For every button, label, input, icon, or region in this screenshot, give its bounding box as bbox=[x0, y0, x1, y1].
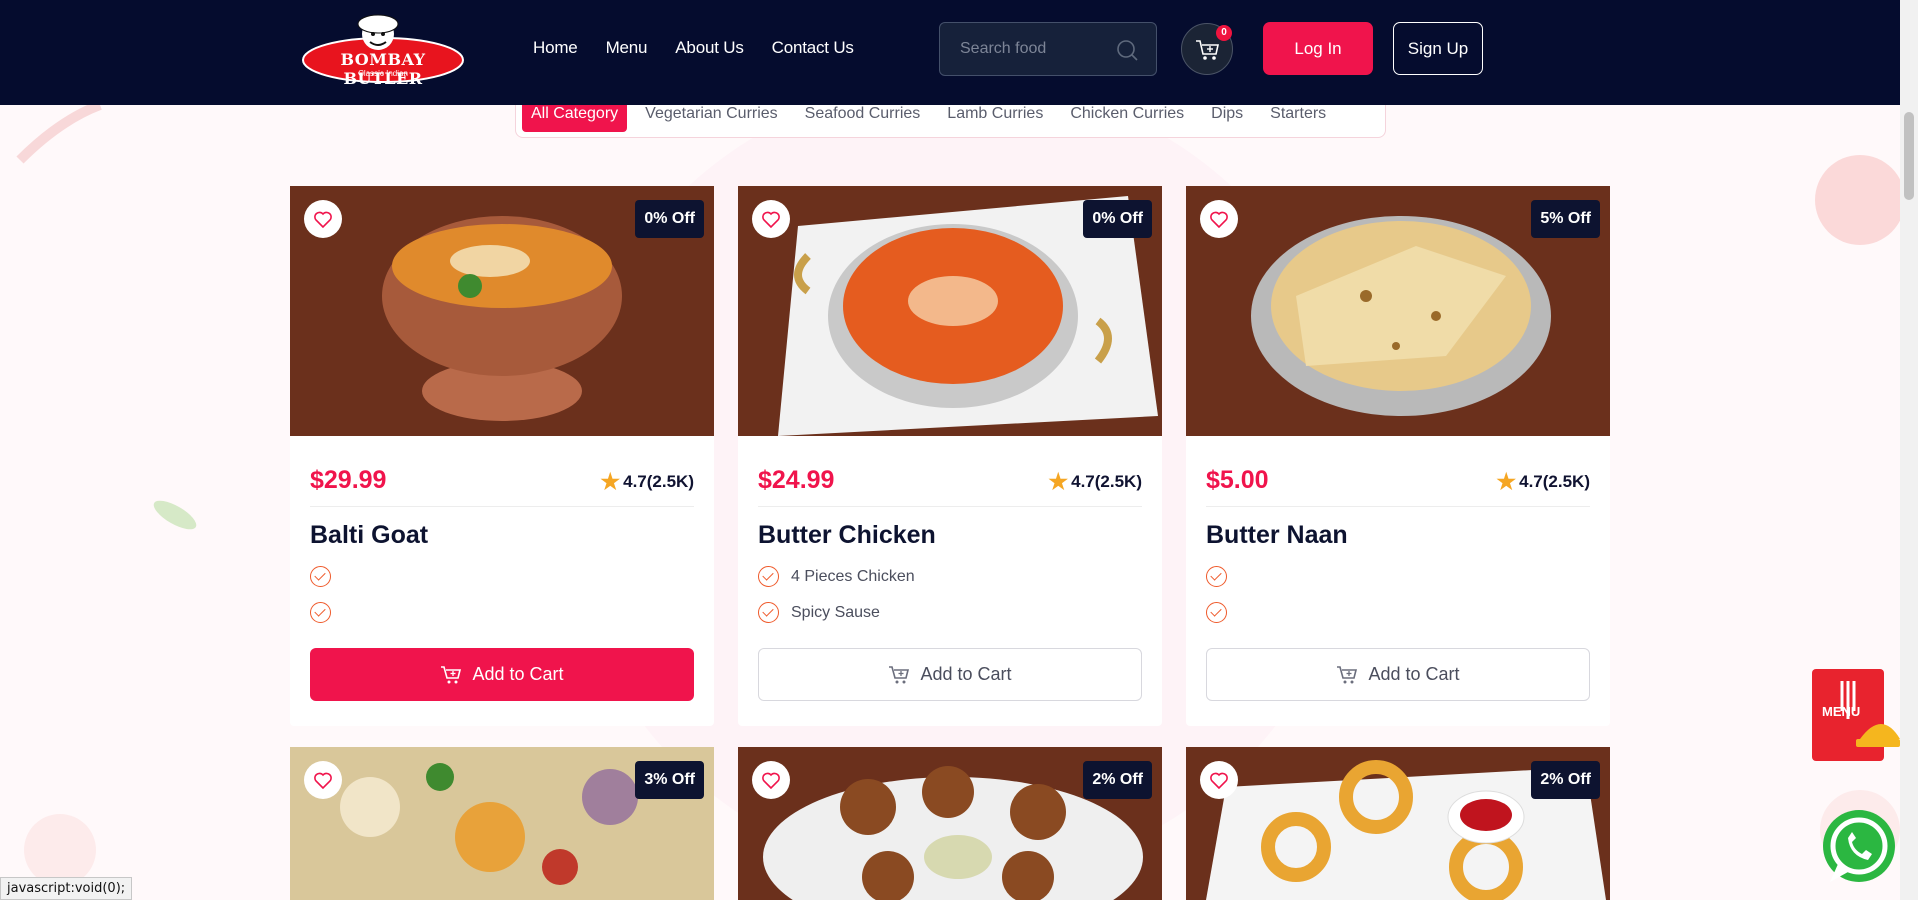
category-tab-starters[interactable]: Starters bbox=[1270, 105, 1326, 123]
product-card: 2% Off bbox=[1186, 747, 1610, 900]
cart-add-icon bbox=[441, 665, 462, 683]
check-icon bbox=[758, 602, 779, 623]
product-card: 2% Off bbox=[738, 747, 1162, 900]
discount-badge: 0% Off bbox=[635, 200, 704, 238]
cart-count-badge: 0 bbox=[1216, 25, 1232, 41]
nav-menu[interactable]: Menu bbox=[606, 38, 648, 58]
favorite-button[interactable] bbox=[752, 200, 790, 238]
star-icon: ★ bbox=[1048, 469, 1069, 494]
discount-badge: 5% Off bbox=[1531, 200, 1600, 238]
favorite-button[interactable] bbox=[1200, 761, 1238, 799]
card-divider bbox=[758, 506, 1142, 507]
rating-value: 4.7(2.5K) bbox=[1071, 472, 1142, 491]
heart-icon bbox=[314, 211, 332, 228]
check-icon bbox=[310, 602, 331, 623]
category-tab-chicken-curries[interactable]: Chicken Curries bbox=[1070, 105, 1184, 123]
cart-button[interactable]: 0 bbox=[1181, 23, 1233, 75]
category-tab-vegetarian-curries[interactable]: Vegetarian Curries bbox=[645, 105, 778, 123]
add-to-cart-label: Add to Cart bbox=[1368, 664, 1460, 684]
login-button[interactable]: Log In bbox=[1263, 22, 1373, 75]
discount-badge: 2% Off bbox=[1083, 761, 1152, 799]
floating-menu-button[interactable]: MENU bbox=[1812, 669, 1900, 765]
heart-icon bbox=[1210, 772, 1228, 789]
favorite-button[interactable] bbox=[304, 761, 342, 799]
add-to-cart-label: Add to Cart bbox=[920, 664, 1012, 684]
rating-value: 4.7(2.5K) bbox=[1519, 472, 1590, 491]
add-to-cart-label: Add to Cart bbox=[472, 664, 564, 684]
category-tab-dips[interactable]: Dips bbox=[1211, 105, 1243, 123]
discount-badge: 0% Off bbox=[1083, 200, 1152, 238]
product-name: Butter Naan bbox=[1206, 521, 1348, 549]
product-name: Butter Chicken bbox=[758, 521, 936, 549]
nav-about-us[interactable]: About Us bbox=[675, 38, 744, 58]
feature-item: 4 Pieces Chicken bbox=[758, 566, 915, 587]
check-icon bbox=[310, 566, 331, 587]
product-price: $24.99 bbox=[758, 466, 835, 494]
product-price: $29.99 bbox=[310, 466, 387, 494]
brand-logo[interactable]: BOMBAY BUTLER Classic Indian bbox=[300, 12, 466, 88]
product-rating: ★ 4.7(2.5K) bbox=[600, 469, 694, 495]
whatsapp-button[interactable] bbox=[1818, 806, 1900, 888]
menu-label: MENU bbox=[1822, 704, 1861, 719]
heart-icon bbox=[762, 211, 780, 228]
favorite-button[interactable] bbox=[1200, 200, 1238, 238]
whatsapp-icon bbox=[1823, 810, 1895, 882]
heart-icon bbox=[762, 772, 780, 789]
product-card: 0% Off $29.99 ★ 4.7(2.5K) Balti Goat Add … bbox=[290, 186, 714, 726]
favorite-button[interactable] bbox=[752, 761, 790, 799]
product-rating: ★ 4.7(2.5K) bbox=[1496, 469, 1590, 495]
scrollbar-thumb[interactable] bbox=[1904, 112, 1914, 200]
star-icon: ★ bbox=[600, 469, 621, 494]
check-icon bbox=[1206, 566, 1227, 587]
vertical-scrollbar[interactable] bbox=[1900, 0, 1918, 900]
feature-item bbox=[1206, 566, 1239, 587]
product-card: 5% Off $5.00 ★ 4.7(2.5K) Butter Naan Add … bbox=[1186, 186, 1610, 726]
search-input[interactable]: Search food bbox=[939, 22, 1157, 76]
search-placeholder: Search food bbox=[960, 40, 1047, 57]
card-divider bbox=[1206, 506, 1590, 507]
category-tab-lamb-curries[interactable]: Lamb Curries bbox=[947, 105, 1043, 123]
favorite-button[interactable] bbox=[304, 200, 342, 238]
cart-add-icon bbox=[889, 665, 910, 683]
nav-contact-us[interactable]: Contact Us bbox=[772, 38, 854, 58]
feature-item: Spicy Sause bbox=[758, 602, 880, 623]
signup-button[interactable]: Sign Up bbox=[1393, 22, 1483, 75]
card-divider bbox=[310, 506, 694, 507]
feature-item bbox=[310, 602, 343, 623]
cart-icon bbox=[1196, 40, 1219, 60]
logo-subtitle: Classic Indian bbox=[358, 69, 408, 78]
search-icon[interactable] bbox=[1116, 39, 1138, 61]
add-to-cart-button[interactable]: Add to Cart bbox=[310, 648, 694, 701]
feature-text: 4 Pieces Chicken bbox=[791, 567, 915, 585]
add-to-cart-button[interactable]: Add to Cart bbox=[1206, 648, 1590, 701]
add-to-cart-button[interactable]: Add to Cart bbox=[758, 648, 1142, 701]
feature-text: Spicy Sause bbox=[791, 603, 880, 621]
feature-item bbox=[1206, 602, 1239, 623]
product-card: 0% Off $24.99 ★ 4.7(2.5K) Butter Chicken … bbox=[738, 186, 1162, 726]
main-nav: Home Menu About Us Contact Us bbox=[533, 38, 882, 58]
nav-home[interactable]: Home bbox=[533, 38, 578, 58]
discount-badge: 2% Off bbox=[1531, 761, 1600, 799]
heart-icon bbox=[314, 772, 332, 789]
product-price: $5.00 bbox=[1206, 466, 1269, 494]
feature-item bbox=[310, 566, 343, 587]
site-header: BOMBAY BUTLER Classic Indian Home Menu A… bbox=[0, 0, 1900, 105]
heart-icon bbox=[1210, 211, 1228, 228]
check-icon bbox=[1206, 602, 1227, 623]
category-tab-seafood-curries[interactable]: Seafood Curries bbox=[805, 105, 921, 123]
check-icon bbox=[758, 566, 779, 587]
browser-status-bar: javascript:void(0); bbox=[0, 877, 133, 900]
product-card: 3% Off bbox=[290, 747, 714, 900]
rating-value: 4.7(2.5K) bbox=[623, 472, 694, 491]
product-name: Balti Goat bbox=[310, 521, 429, 549]
star-icon: ★ bbox=[1496, 469, 1517, 494]
discount-badge: 3% Off bbox=[635, 761, 704, 799]
product-rating: ★ 4.7(2.5K) bbox=[1048, 469, 1142, 495]
cart-add-icon bbox=[1337, 665, 1358, 683]
